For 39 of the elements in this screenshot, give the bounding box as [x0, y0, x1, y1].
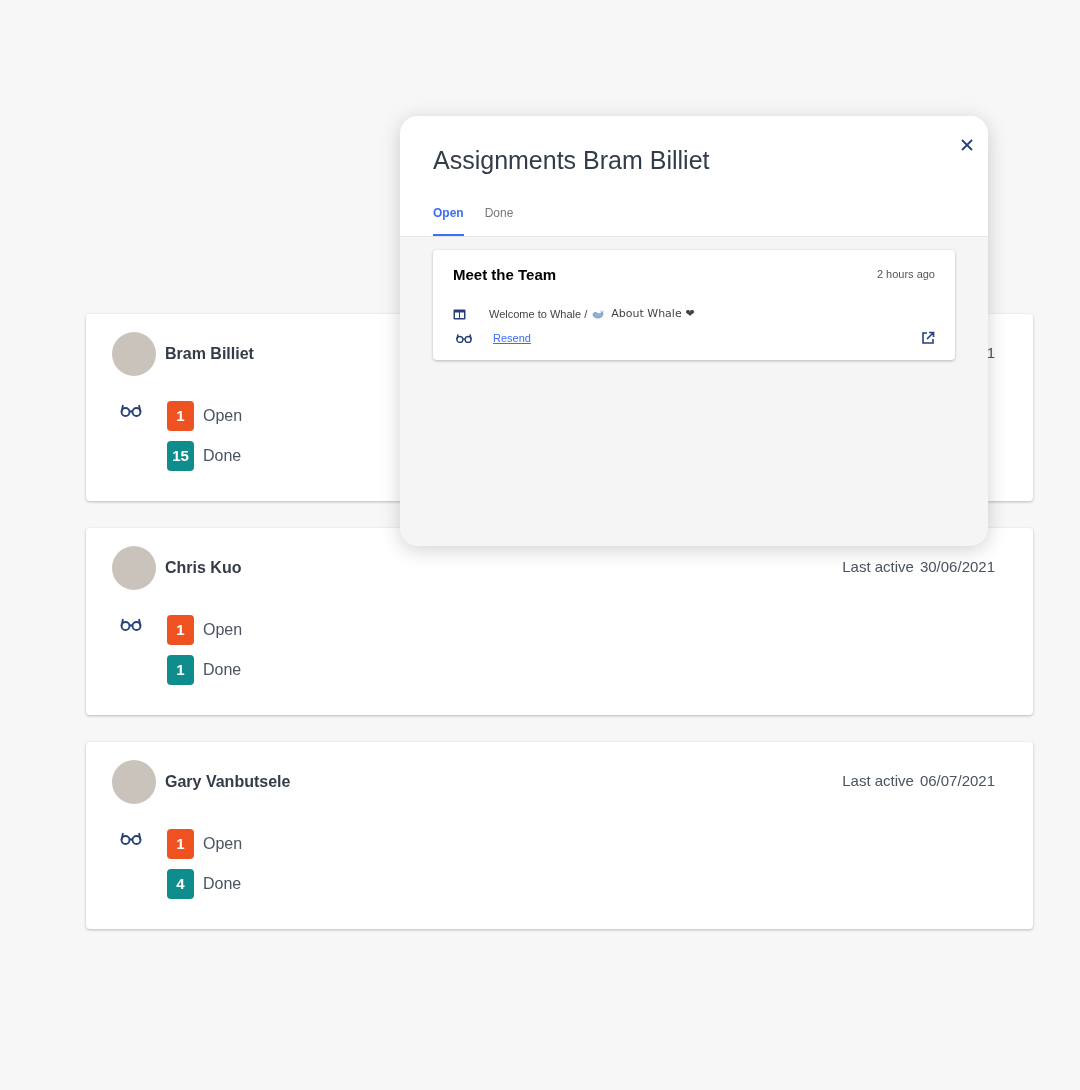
layout-icon [453, 308, 466, 320]
glasses-icon [120, 403, 142, 417]
count-label: Open [203, 620, 243, 640]
count-label: Done [203, 446, 242, 466]
close-icon [961, 139, 973, 151]
avatar-placeholder [112, 332, 156, 376]
dialog-tab[interactable]: Open [433, 203, 464, 236]
member-name: Gary Vanbutsele [165, 772, 291, 792]
last-active-date: 06/07/2021 [919, 771, 995, 791]
avatar-placeholder [112, 760, 156, 804]
glasses-icon [455, 332, 473, 343]
last-active-date: 30/06/2021 [919, 557, 995, 577]
path-start: Welcome to Whale / [489, 307, 588, 322]
avatar-placeholder [112, 546, 156, 590]
count-badge: 15 [167, 441, 194, 471]
count-label: Done [203, 874, 242, 894]
assignment-title: Meet the Team [453, 264, 557, 285]
count-badge: 1 [167, 655, 194, 685]
count-badge: 1 [167, 829, 194, 859]
count-badge: 1 [167, 615, 194, 645]
member-name: Bram Billiet [165, 344, 254, 364]
count-label: Done [203, 660, 242, 680]
assignment-time: 2 hours ago [876, 266, 935, 282]
last-active-label: Last active [842, 771, 914, 791]
path-end: About Whale ❤ [611, 306, 695, 322]
count-badge: 1 [167, 401, 194, 431]
glasses-icon [120, 617, 142, 631]
count-badge: 4 [167, 869, 194, 899]
whale-icon [592, 309, 605, 320]
member-name: Chris Kuo [165, 558, 242, 578]
glasses-icon [120, 831, 142, 845]
external-link-icon[interactable] [921, 330, 935, 345]
count-label: Open [203, 406, 243, 426]
dialog-tab[interactable]: Done [484, 203, 514, 236]
dialog-title: Assignments Bram Billiet [433, 145, 711, 176]
resend-link[interactable]: Resend [493, 329, 531, 346]
last-active-date: 1 [986, 343, 995, 363]
last-active-label: Last active [842, 557, 914, 577]
count-label: Open [203, 834, 243, 854]
